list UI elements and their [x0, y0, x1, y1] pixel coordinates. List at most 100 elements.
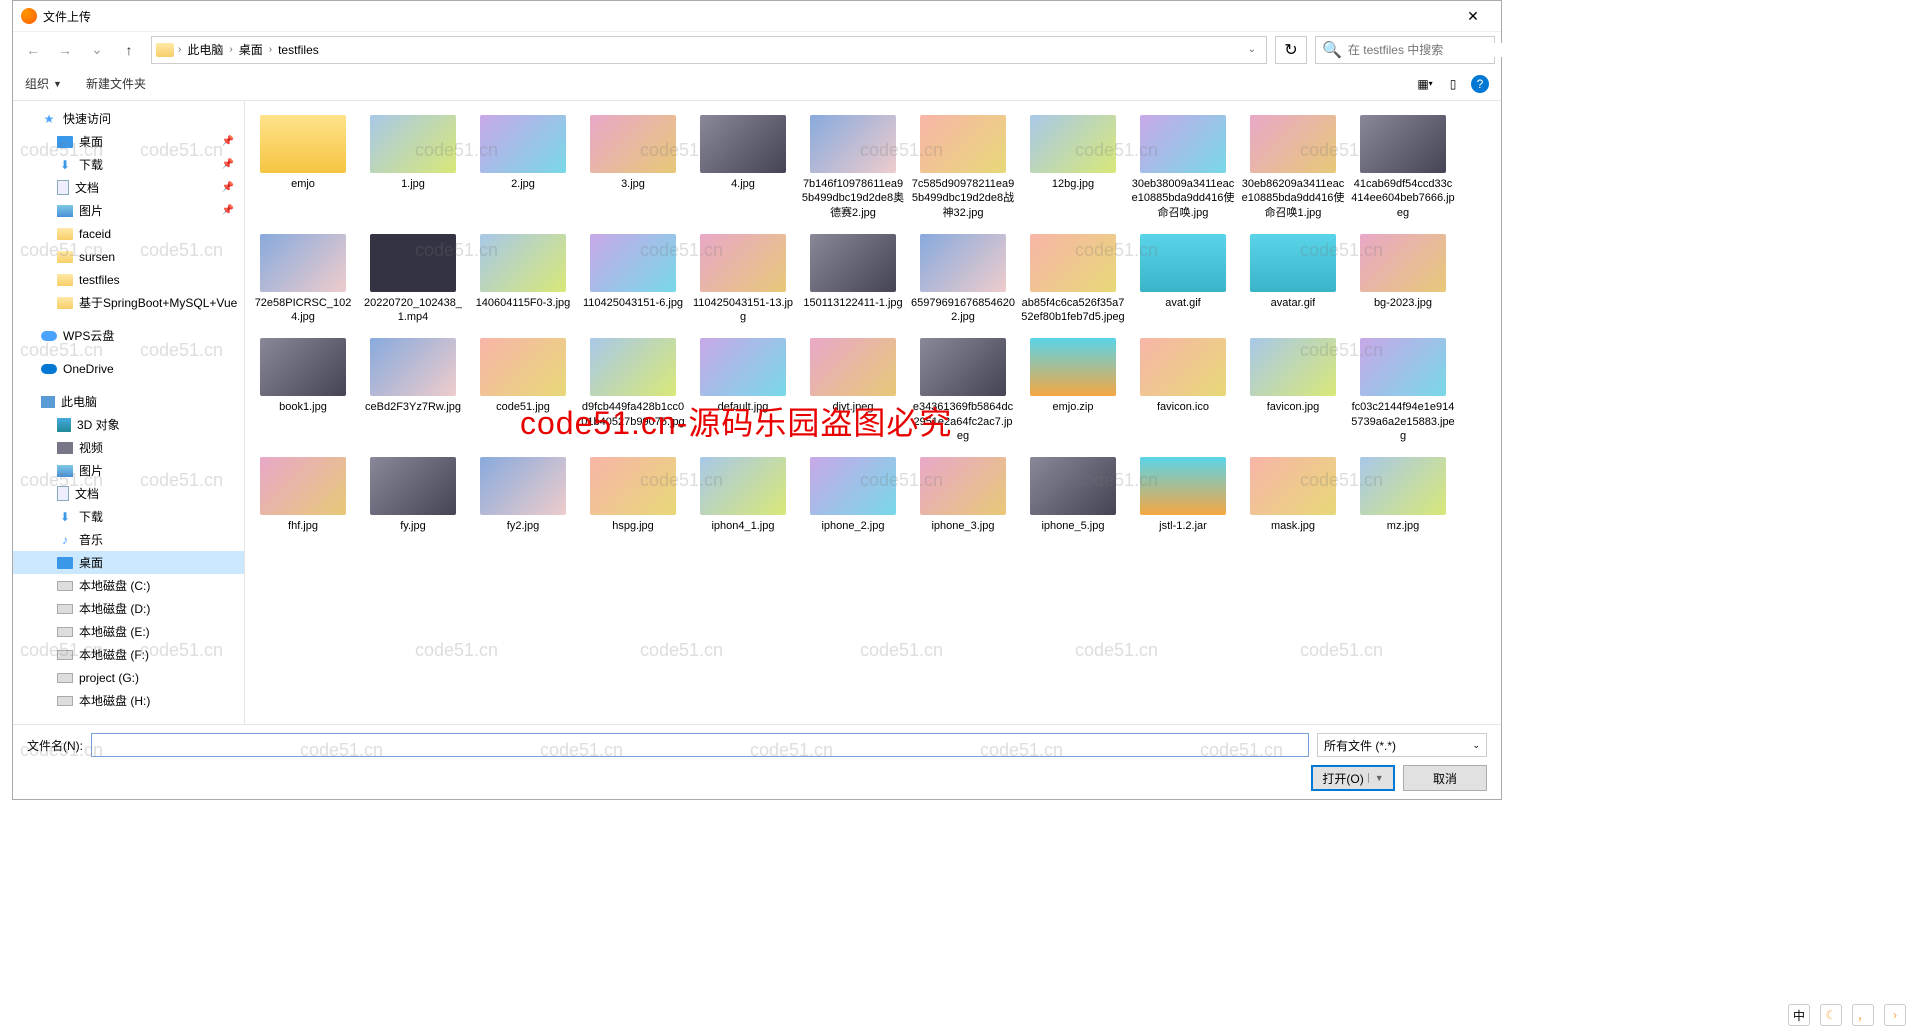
sidebar-quick-access[interactable]: ★快速访问: [13, 107, 244, 130]
recent-dropdown[interactable]: ⌄: [83, 36, 111, 64]
file-item[interactable]: 1.jpg: [359, 109, 467, 226]
file-item[interactable]: emjo.zip: [1019, 332, 1127, 449]
filename-input[interactable]: [91, 733, 1309, 757]
file-item[interactable]: iphone_2.jpg: [799, 451, 907, 539]
organize-menu[interactable]: 组织▼: [25, 75, 62, 92]
sidebar-music[interactable]: ♪音乐: [13, 528, 244, 551]
sidebar-documents[interactable]: 文档📌: [13, 176, 244, 199]
refresh-button[interactable]: ↻: [1275, 36, 1307, 64]
file-item[interactable]: 7c585d90978211ea95b499dbc19d2de8战神32.jpg: [909, 109, 1017, 226]
sidebar-onedrive[interactable]: OneDrive: [13, 357, 244, 380]
file-item[interactable]: 150113122411-1.jpg: [799, 228, 907, 331]
breadcrumb-dropdown[interactable]: ⌄: [1242, 44, 1262, 55]
file-item[interactable]: djyt.jpeg: [799, 332, 907, 449]
close-button[interactable]: ✕: [1453, 2, 1493, 30]
breadcrumb[interactable]: › 此电脑 › 桌面 › testfiles ⌄: [151, 36, 1267, 64]
sidebar-faceid[interactable]: faceid: [13, 222, 244, 245]
ime-lang[interactable]: 中: [1788, 1004, 1810, 1026]
sidebar-downloads2[interactable]: ⬇下载: [13, 505, 244, 528]
ime-moon-icon[interactable]: ☾: [1820, 1004, 1842, 1026]
file-item[interactable]: avatar.gif: [1239, 228, 1347, 331]
sidebar-pictures2[interactable]: 图片: [13, 459, 244, 482]
file-item[interactable]: hspg.jpg: [579, 451, 687, 539]
file-name-label: 30eb86209a3411eace10885bda9dd416使命召唤1.jp…: [1241, 177, 1345, 220]
file-item[interactable]: fy.jpg: [359, 451, 467, 539]
view-mode-button[interactable]: ▦ ▾: [1415, 74, 1435, 94]
preview-pane-button[interactable]: ▯: [1443, 74, 1463, 94]
sidebar-pictures[interactable]: 图片📌: [13, 199, 244, 222]
file-item[interactable]: 659796916768546202.jpg: [909, 228, 1017, 331]
newfolder-button[interactable]: 新建文件夹: [86, 75, 146, 92]
file-item[interactable]: 30eb86209a3411eace10885bda9dd416使命召唤1.jp…: [1239, 109, 1347, 226]
sidebar-sursen[interactable]: sursen: [13, 245, 244, 268]
crumb-desktop[interactable]: 桌面: [233, 41, 269, 58]
crumb-thispc[interactable]: 此电脑: [181, 41, 229, 58]
file-item[interactable]: 140604115F0-3.jpg: [469, 228, 577, 331]
forward-button[interactable]: →: [51, 36, 79, 64]
file-item[interactable]: 4.jpg: [689, 109, 797, 226]
filetype-filter[interactable]: 所有文件 (*.*)⌄: [1317, 733, 1487, 757]
file-item[interactable]: mask.jpg: [1239, 451, 1347, 539]
sidebar-springboot[interactable]: 基于SpringBoot+MySQL+Vue: [13, 291, 244, 314]
file-grid-area[interactable]: emjo1.jpg2.jpg3.jpg4.jpg7b146f10978611ea…: [245, 101, 1501, 724]
open-button[interactable]: 打开(O)▼: [1311, 765, 1395, 791]
file-item[interactable]: ceBd2F3Yz7Rw.jpg: [359, 332, 467, 449]
file-item[interactable]: 72e58PICRSC_1024.jpg: [249, 228, 357, 331]
sidebar-project-g[interactable]: project (G:): [13, 666, 244, 689]
file-item[interactable]: code51.jpg: [469, 332, 577, 449]
back-button[interactable]: ←: [19, 36, 47, 64]
file-item[interactable]: 41cab69df54ccd33c414ee604beb7666.jpeg: [1349, 109, 1457, 226]
sidebar-desktop[interactable]: 桌面📌: [13, 130, 244, 153]
sidebar-wps[interactable]: WPS云盘: [13, 324, 244, 347]
file-item[interactable]: iphone_3.jpg: [909, 451, 1017, 539]
cancel-button[interactable]: 取消: [1403, 765, 1487, 791]
ime-next-icon[interactable]: ›: [1884, 1004, 1906, 1026]
file-item[interactable]: iphone_5.jpg: [1019, 451, 1127, 539]
file-item[interactable]: 3.jpg: [579, 109, 687, 226]
file-item[interactable]: 30eb38009a3411eace10885bda9dd416使命召唤.jpg: [1129, 109, 1237, 226]
sidebar-3d[interactable]: 3D 对象: [13, 413, 244, 436]
sidebar-disk-d[interactable]: 本地磁盘 (D:): [13, 597, 244, 620]
sidebar-disk-c[interactable]: 本地磁盘 (C:): [13, 574, 244, 597]
file-item[interactable]: d9fcb449fa428b1cc001b40527b99076.jpg: [579, 332, 687, 449]
file-item[interactable]: iphon4_1.jpg: [689, 451, 797, 539]
sidebar-downloads[interactable]: ⬇下载📌: [13, 153, 244, 176]
filename-label: 文件名(N):: [27, 737, 83, 754]
sidebar-thispc[interactable]: 此电脑: [13, 390, 244, 413]
file-item[interactable]: 20220720_102438_1.mp4: [359, 228, 467, 331]
file-item[interactable]: default.jpg: [689, 332, 797, 449]
sidebar-disk-e[interactable]: 本地磁盘 (E:): [13, 620, 244, 643]
crumb-testfiles[interactable]: testfiles: [272, 43, 325, 57]
file-item[interactable]: 2.jpg: [469, 109, 577, 226]
sidebar-testfiles[interactable]: testfiles: [13, 268, 244, 291]
file-item[interactable]: ab85f4c6ca526f35a752ef80b1feb7d5.jpeg: [1019, 228, 1127, 331]
help-button[interactable]: ?: [1471, 75, 1489, 93]
file-name-label: 110425043151-6.jpg: [583, 296, 683, 310]
sidebar-disk-f[interactable]: 本地磁盘 (F:): [13, 643, 244, 666]
file-item[interactable]: e34361369fb5864dc2951e2a64fc2ac7.jpeg: [909, 332, 1017, 449]
sidebar-videos[interactable]: 视频: [13, 436, 244, 459]
file-item[interactable]: book1.jpg: [249, 332, 357, 449]
file-item[interactable]: avat.gif: [1129, 228, 1237, 331]
file-item[interactable]: emjo: [249, 109, 357, 226]
file-item[interactable]: favicon.jpg: [1239, 332, 1347, 449]
file-item[interactable]: jstl-1.2.jar: [1129, 451, 1237, 539]
file-item[interactable]: mz.jpg: [1349, 451, 1457, 539]
search-box[interactable]: 🔍: [1315, 36, 1495, 64]
up-button[interactable]: ↑: [115, 36, 143, 64]
sidebar-disk-h[interactable]: 本地磁盘 (H:): [13, 689, 244, 712]
ime-comma-icon[interactable]: ，: [1852, 1004, 1874, 1026]
file-name-label: hspg.jpg: [612, 519, 654, 533]
file-item[interactable]: fc03c2144f94e1e9145739a6a2e15883.jpeg: [1349, 332, 1457, 449]
file-item[interactable]: 110425043151-6.jpg: [579, 228, 687, 331]
file-item[interactable]: 110425043151-13.jpg: [689, 228, 797, 331]
file-item[interactable]: 7b146f10978611ea95b499dbc19d2de8奥德赛2.jpg: [799, 109, 907, 226]
search-input[interactable]: [1348, 43, 1503, 57]
file-item[interactable]: bg-2023.jpg: [1349, 228, 1457, 331]
sidebar-desktop2[interactable]: 桌面: [13, 551, 244, 574]
sidebar-documents2[interactable]: 文档: [13, 482, 244, 505]
file-item[interactable]: 12bg.jpg: [1019, 109, 1127, 226]
file-item[interactable]: favicon.ico: [1129, 332, 1237, 449]
file-item[interactable]: fhf.jpg: [249, 451, 357, 539]
file-item[interactable]: fy2.jpg: [469, 451, 577, 539]
